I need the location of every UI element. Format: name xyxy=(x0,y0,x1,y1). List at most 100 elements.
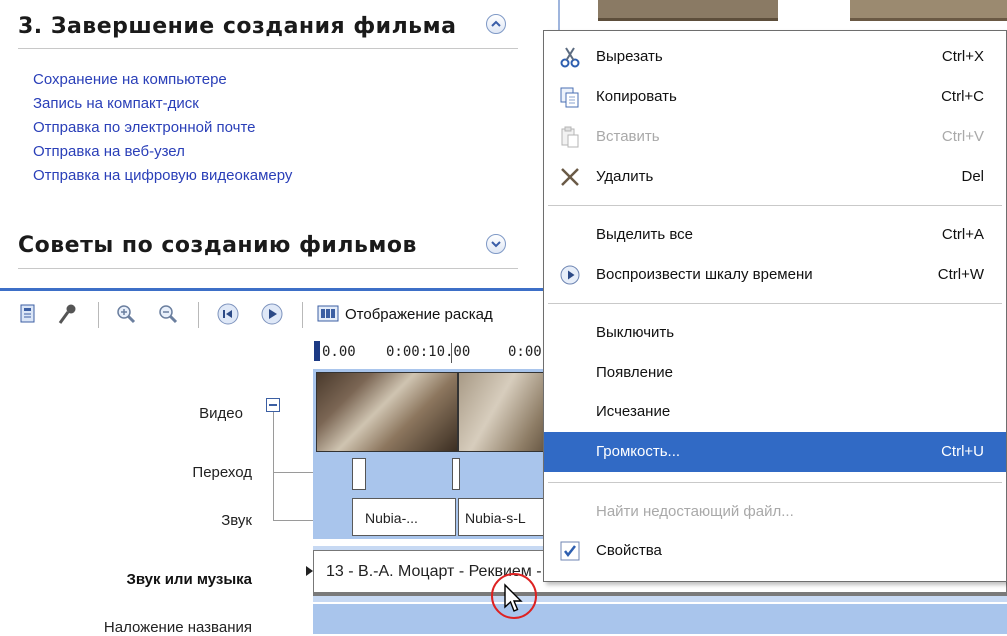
play-timeline-button[interactable] xyxy=(260,302,284,326)
menu-item-volume[interactable]: Громкость... Ctrl+U xyxy=(544,432,1006,472)
zoom-in-button[interactable] xyxy=(114,302,138,326)
music-clip-start-marker xyxy=(306,566,313,576)
menu-item-fade-out[interactable]: Исчезание xyxy=(544,392,1006,432)
menu-item-find-missing-file[interactable]: Найти недостающий файл... xyxy=(544,492,1006,532)
toolbar-separator xyxy=(98,302,99,328)
menu-separator xyxy=(548,303,1002,304)
play-icon xyxy=(261,303,283,325)
menu-item-copy[interactable]: Копировать Ctrl+C xyxy=(544,77,1006,117)
playhead-marker[interactable] xyxy=(314,341,320,361)
track-label-music: Звук или музыка xyxy=(126,571,252,588)
track-label-title-overlay: Наложение названия xyxy=(103,619,252,636)
menu-item-delete[interactable]: Удалить Del xyxy=(544,157,1006,197)
menu-item-label: Выделить все xyxy=(596,226,694,243)
transition-marker[interactable] xyxy=(352,458,366,490)
rewind-timeline-button[interactable] xyxy=(216,302,240,326)
menu-item-shortcut: Ctrl+X xyxy=(941,48,984,65)
menu-item-label: Воспроизвести шкалу времени xyxy=(596,266,813,283)
menu-item-shortcut: Del xyxy=(961,168,984,185)
track-tree-line xyxy=(273,472,313,473)
menu-item-mute[interactable]: Выключить xyxy=(544,313,1006,353)
scissors-icon xyxy=(558,45,582,69)
link-save-to-computer[interactable]: Сохранение на компьютере xyxy=(33,68,292,92)
ruler-tick-label: 0:00:10.00 xyxy=(386,344,471,360)
menu-item-label: Громкость... xyxy=(596,443,681,460)
zoom-in-icon xyxy=(117,305,136,324)
zoom-out-button[interactable] xyxy=(156,302,180,326)
video-clip[interactable] xyxy=(316,372,458,452)
clip-thumbnail[interactable] xyxy=(598,0,778,21)
finish-section-title: 3. Завершение создания фильма xyxy=(18,14,457,39)
link-send-web[interactable]: Отправка на веб-узел xyxy=(33,140,292,164)
menu-separator xyxy=(548,205,1002,206)
track-tree-line xyxy=(273,520,313,521)
menu-item-shortcut: Ctrl+W xyxy=(937,266,984,283)
mouse-cursor-icon xyxy=(503,583,523,618)
menu-item-fade-in[interactable]: Появление xyxy=(544,353,1006,393)
link-send-email[interactable]: Отправка по электронной почте xyxy=(33,116,292,140)
zoom-out-icon xyxy=(159,305,178,324)
music-clip-wave-bar xyxy=(313,592,1007,596)
menu-item-paste[interactable]: Вставить Ctrl+V xyxy=(544,117,1006,157)
link-burn-cd[interactable]: Запись на компакт-диск xyxy=(33,92,292,116)
microphone-icon xyxy=(58,304,76,324)
narrate-icon xyxy=(20,304,35,323)
link-send-camera[interactable]: Отправка на цифровую видеокамеру xyxy=(33,164,292,188)
menu-item-select-all[interactable]: Выделить все Ctrl+A xyxy=(544,215,1006,255)
narrate-timeline-button[interactable] xyxy=(16,302,40,326)
collapse-section-button[interactable] xyxy=(486,14,506,34)
collapse-video-track-button[interactable] xyxy=(266,398,280,412)
menu-item-properties[interactable]: Свойства xyxy=(544,531,1006,571)
play-circle-icon xyxy=(558,263,582,287)
menu-item-shortcut: Ctrl+V xyxy=(941,128,984,145)
tips-section-title: Советы по созданию фильмов xyxy=(18,233,417,258)
paste-icon xyxy=(558,125,582,149)
menu-item-cut[interactable]: Вырезать Ctrl+X xyxy=(544,37,1006,77)
expand-section-button[interactable] xyxy=(486,234,506,254)
chevron-up-icon xyxy=(491,20,501,27)
menu-item-label: Выключить xyxy=(596,324,675,341)
clip-thumbnail[interactable] xyxy=(850,0,1007,21)
show-storyboard-button[interactable]: Отображение раскад xyxy=(345,306,493,323)
pane-splitter xyxy=(558,0,560,30)
transition-track[interactable] xyxy=(313,453,553,495)
set-audio-levels-button[interactable] xyxy=(56,302,80,326)
track-label-video: Видео xyxy=(199,405,243,422)
menu-item-label: Вставить xyxy=(596,128,660,145)
track-label-transition: Переход xyxy=(192,464,252,481)
menu-item-play-timeline[interactable]: Воспроизвести шкалу времени Ctrl+W xyxy=(544,255,1006,295)
menu-item-label: Найти недостающий файл... xyxy=(596,503,794,520)
menu-item-label: Исчезание xyxy=(596,403,671,420)
menu-item-label: Вырезать xyxy=(596,48,663,65)
audio-clip[interactable]: Nubia-s-L xyxy=(458,498,553,536)
transition-marker[interactable] xyxy=(452,458,460,490)
audio-clip[interactable]: Nubia-... xyxy=(352,498,456,536)
title-overlay-track[interactable] xyxy=(313,604,1007,634)
copy-icon xyxy=(558,85,582,109)
section-divider xyxy=(18,268,518,269)
menu-item-label: Свойства xyxy=(596,542,662,559)
context-menu: Вырезать Ctrl+X Копировать Ctrl+C Встави… xyxy=(543,30,1007,582)
toolbar-separator xyxy=(198,302,199,328)
ruler-tick xyxy=(451,343,452,363)
video-clip[interactable] xyxy=(458,372,555,452)
minus-icon xyxy=(269,404,277,406)
menu-item-shortcut: Ctrl+A xyxy=(941,226,984,243)
toolbar-separator xyxy=(302,302,303,328)
task-links: Сохранение на компьютере Запись на компа… xyxy=(33,68,292,188)
storyboard-icon xyxy=(317,305,339,322)
rewind-icon xyxy=(217,303,239,325)
task-pane: 3. Завершение создания фильма Сохранение… xyxy=(0,0,540,286)
show-storyboard-icon-wrap[interactable] xyxy=(316,302,340,326)
collection-thumbnail-strip xyxy=(558,0,1007,30)
menu-item-label: Копировать xyxy=(596,88,677,105)
menu-item-shortcut: Ctrl+C xyxy=(941,88,984,105)
menu-separator xyxy=(548,482,1002,483)
ruler-tick-label: 0:00 xyxy=(508,344,542,360)
ruler-tick-label: 0.00 xyxy=(322,344,356,360)
chevron-down-icon xyxy=(491,241,501,248)
track-tree-line xyxy=(273,412,274,520)
track-label-audio: Звук xyxy=(221,512,252,529)
menu-item-shortcut: Ctrl+U xyxy=(941,443,984,460)
properties-icon xyxy=(558,539,582,563)
